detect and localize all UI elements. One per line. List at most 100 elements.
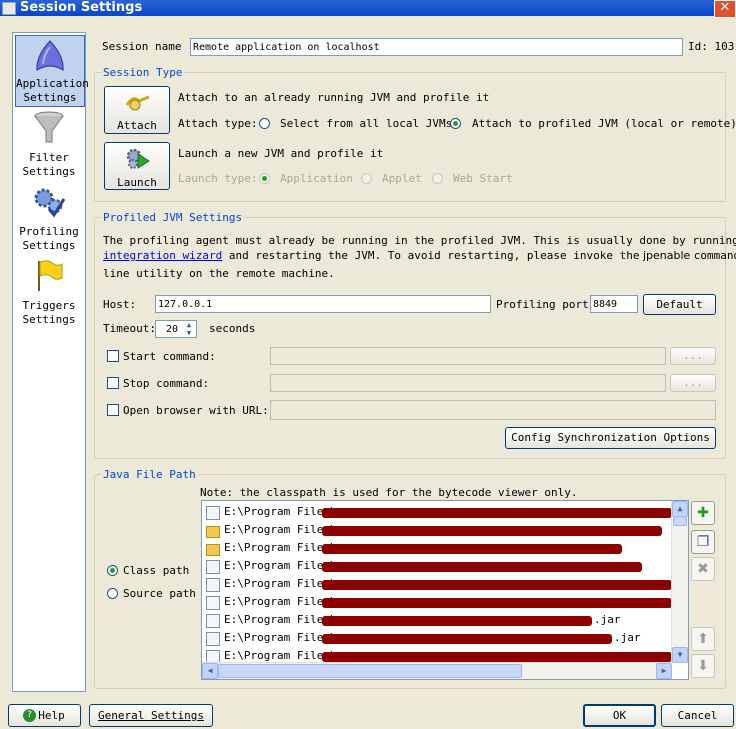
cancel-button[interactable]: Cancel <box>661 704 734 727</box>
list-item-path: E:\Program Files\ <box>224 631 337 644</box>
radio-source-path-label: Source path <box>123 587 196 600</box>
start-command-label: Start command: <box>123 350 216 363</box>
list-item[interactable]: E:\Program Files\ <box>204 593 672 611</box>
host-input[interactable]: 127.0.0.1 <box>155 295 491 313</box>
launch-type-label: Launch type: <box>178 172 258 185</box>
radio-attach-profiled-jvm[interactable] <box>450 118 461 129</box>
redaction-mark <box>322 508 672 518</box>
settings-sidebar: Application Settings Filter Settings Pro… <box>12 32 89 692</box>
scroll-down-icon[interactable]: ▼ <box>672 647 688 663</box>
spinner-up-icon[interactable]: ▲ <box>183 321 195 329</box>
launch-button[interactable]: Launch <box>104 142 170 190</box>
arrow-up-icon: ⬆ <box>697 631 709 647</box>
launch-description: Launch a new JVM and profile it <box>178 147 384 160</box>
vertical-scrollbar[interactable]: ▲ ▼ <box>671 501 688 663</box>
java-file-path-title: Java File Path <box>101 468 198 481</box>
list-item[interactable]: E:\Program Files\ <box>204 539 672 557</box>
profiled-description-line3: line utility on the remote machine. <box>103 267 335 280</box>
scroll-right-icon[interactable]: ▶ <box>656 663 672 679</box>
radio-launch-web-start[interactable] <box>432 173 443 184</box>
redaction-mark <box>322 580 672 590</box>
add-path-button[interactable]: ✚ <box>691 501 715 525</box>
default-port-button[interactable]: Default <box>643 294 716 315</box>
session-type-title: Session Type <box>101 66 185 79</box>
spinner-down-icon[interactable]: ▼ <box>183 329 195 337</box>
list-item-path: E:\Program Files\ <box>224 559 337 572</box>
attach-type-label: Attach type: <box>178 117 258 130</box>
redaction-mark <box>322 562 642 572</box>
profiling-port-input[interactable]: 8849 <box>590 295 638 313</box>
redaction-mark <box>322 634 612 644</box>
radio-launch-applet[interactable] <box>361 173 372 184</box>
window-title: Session Settings <box>20 0 143 15</box>
redaction-mark <box>322 544 622 554</box>
stop-command-label: Stop command: <box>123 377 210 390</box>
open-browser-url-input[interactable] <box>270 400 716 420</box>
folder-icon <box>206 526 220 538</box>
horizontal-scroll-thumb[interactable] <box>218 664 522 678</box>
radio-launch-application[interactable] <box>259 173 270 184</box>
sidebar-item-profiling-settings[interactable]: Profiling Settings <box>15 185 83 255</box>
sidebar-label-profiling: Profiling Settings <box>19 225 79 252</box>
config-synchronization-button[interactable]: Config Synchronization Options <box>505 427 716 449</box>
scroll-left-icon[interactable]: ◀ <box>202 663 218 679</box>
sidebar-item-triggers-settings[interactable]: Triggers Settings <box>15 259 83 329</box>
session-name-input[interactable]: Remote application on localhost <box>190 38 683 56</box>
radio-select-local-jvms[interactable] <box>259 118 270 129</box>
general-settings-button[interactable]: General Settings <box>89 704 213 727</box>
arrow-down-icon: ⬇ <box>697 658 709 674</box>
stop-command-browse-button[interactable]: ... <box>670 374 716 392</box>
integration-wizard-link[interactable]: integration wizard <box>103 249 222 262</box>
list-item[interactable]: E:\Program Files\ <box>204 575 672 593</box>
java-file-path-list[interactable]: E:\Program Files\ E:\Program Files\ E:\Pro… <box>201 500 689 680</box>
list-item[interactable]: E:\Program Files\ <box>204 557 672 575</box>
redaction-mark <box>322 526 662 536</box>
sidebar-item-application-settings[interactable]: Application Settings <box>15 35 89 107</box>
start-command-input[interactable] <box>270 347 666 365</box>
list-item-path: E:\Program Files\ <box>224 595 337 608</box>
radio-attach-profiled-jvm-label: Attach to profiled JVM (local or remote) <box>472 117 736 130</box>
radio-source-path[interactable] <box>107 588 118 599</box>
horizontal-scrollbar[interactable]: ◀ ▶ <box>202 662 672 679</box>
copy-icon: ❐ <box>696 534 710 550</box>
list-item-suffix: .jar <box>614 631 641 644</box>
move-up-button[interactable]: ⬆ <box>691 627 715 651</box>
copy-path-button[interactable]: ❐ <box>691 530 715 554</box>
jar-icon <box>206 596 220 610</box>
classpath-note: Note: the classpath is used for the byte… <box>200 486 578 499</box>
attach-button[interactable]: Attach <box>104 86 170 134</box>
open-browser-checkbox[interactable] <box>107 404 119 416</box>
session-name-label: Session name : <box>102 40 195 53</box>
redaction-mark <box>322 598 672 608</box>
timeout-spinner[interactable]: 20 ▲ ▼ <box>155 320 197 338</box>
radio-class-path[interactable] <box>107 565 118 576</box>
sidebar-item-filter-settings[interactable]: Filter Settings <box>15 111 83 179</box>
timeout-unit: seconds <box>209 322 256 335</box>
timeout-label: Timeout: <box>103 322 156 335</box>
ok-button[interactable]: OK <box>583 704 656 727</box>
start-command-browse-button[interactable]: ... <box>670 347 716 365</box>
list-item[interactable]: E:\Program Files\ .jar <box>204 629 672 647</box>
launch-icon <box>126 148 150 169</box>
stop-command-checkbox[interactable] <box>107 377 119 389</box>
list-item[interactable]: E:\Program Files\ .jar <box>204 611 672 629</box>
move-down-button[interactable]: ⬇ <box>691 654 715 678</box>
jar-icon <box>206 578 220 592</box>
remove-path-button[interactable]: ✖ <box>691 557 715 581</box>
start-command-checkbox[interactable] <box>107 350 119 362</box>
close-button[interactable]: ✕ <box>714 0 736 18</box>
title-bar: Session Settings ✕ <box>0 0 736 18</box>
sidebar-label-triggers: Triggers Settings <box>22 299 76 326</box>
gears-check-icon <box>34 188 66 218</box>
open-browser-label: Open browser with URL: <box>123 404 269 417</box>
scroll-up-icon[interactable]: ▲ <box>672 501 688 517</box>
jar-icon <box>206 632 220 646</box>
help-button[interactable]: ? Help <box>8 704 81 727</box>
stop-command-input[interactable] <box>270 374 666 392</box>
profiled-description-line2: integration wizard and restarting the JV… <box>103 249 736 262</box>
list-item[interactable]: E:\Program Files\ <box>204 503 672 521</box>
list-item-path: E:\Program Files\ <box>224 541 337 554</box>
vertical-scroll-thumb[interactable] <box>673 516 687 526</box>
radio-launch-applet-label: Applet <box>382 172 422 185</box>
list-item[interactable]: E:\Program Files\ <box>204 521 672 539</box>
